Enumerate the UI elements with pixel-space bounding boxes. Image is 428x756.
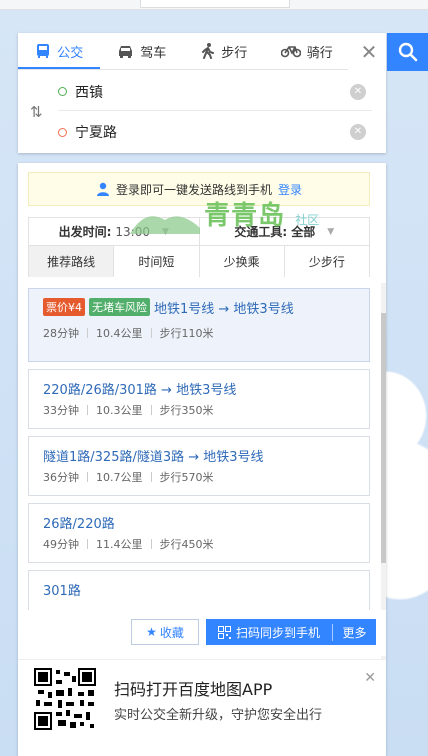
pref-fewest-transfers[interactable]: 少换乘	[198, 246, 284, 277]
close-icon[interactable]: ✕	[358, 40, 380, 64]
plan-title[interactable]: 220路/26路/301路 → 地铁3号线	[43, 379, 236, 398]
price-badge: 票价¥4	[43, 298, 85, 316]
qr-code	[34, 668, 96, 730]
tab-bus-label: 公交	[57, 45, 84, 61]
route-plan[interactable]: 隧道1路/325路/隧道3路 → 地铁3号线 36分钟 10.7公里 步行570…	[28, 436, 370, 496]
plan-walk: 步行570米	[159, 471, 214, 484]
plan-duration: 36分钟	[43, 471, 79, 484]
filter-box: 出发时间: 13:00 ▼ 交通工具: 全部 ▼ 推荐路线 时间短 少换乘 少步…	[28, 217, 370, 277]
favorite-button[interactable]: ★ 收藏	[131, 619, 199, 645]
login-link[interactable]: 登录	[278, 181, 302, 198]
chevron-down-icon: ▼	[161, 226, 169, 237]
chevron-down-icon: ▼	[327, 226, 335, 237]
close-icon[interactable]: ✕	[364, 670, 376, 686]
favorite-label: 收藏	[159, 625, 184, 640]
clear-end-icon[interactable]: ✕	[350, 124, 366, 140]
promo-title: 扫码打开百度地图APP	[114, 680, 273, 699]
plan-duration: 28分钟	[43, 327, 79, 340]
end-input[interactable]: 宁夏路	[75, 122, 350, 142]
depart-time-select[interactable]: 出发时间: 13:00 ▼	[29, 218, 199, 245]
star-icon: ★	[146, 625, 157, 639]
plan-walk: 步行350米	[159, 404, 214, 417]
results-panel: 登录即可一键发送路线到手机 登录 出发时间: 13:00 ▼ 交通工具: 全部 …	[18, 163, 386, 756]
tab-drive-label: 驾车	[140, 45, 167, 61]
depart-time-label: 出发时间:	[58, 225, 112, 239]
pref-shortest-time[interactable]: 时间短	[113, 246, 199, 277]
login-tip-text: 登录即可一键发送路线到手机	[115, 182, 272, 197]
sync-to-phone-button[interactable]: 扫码同步到手机 更多	[206, 619, 376, 645]
tab-drive[interactable]: 驾车	[101, 33, 184, 69]
tab-divider	[18, 69, 348, 70]
sync-label: 扫码同步到手机	[235, 625, 320, 640]
bus-icon	[37, 44, 50, 58]
pref-recommended[interactable]: 推荐路线	[29, 246, 114, 277]
search-button[interactable]	[387, 33, 428, 71]
transport-value: 全部	[291, 225, 316, 239]
plan-distance: 10.7公里	[96, 471, 143, 484]
walk-icon	[202, 43, 215, 59]
pref-least-walking[interactable]: 少步行	[283, 246, 369, 277]
bike-icon	[280, 46, 301, 58]
route-panel: 公交 驾车 步行 骑行 ✕ ⇅ 西镇 ✕ 宁夏路 ✕	[18, 33, 386, 153]
mode-tabs: 公交 驾车 步行 骑行	[18, 33, 348, 69]
route-plan[interactable]: 220路/26路/301路 → 地铁3号线 33分钟 10.3公里 步行350米	[28, 369, 370, 429]
depart-time-value: 13:00	[115, 224, 150, 239]
search-icon	[398, 42, 417, 62]
clear-start-icon[interactable]: ✕	[350, 83, 366, 100]
swap-icon[interactable]: ⇅	[30, 103, 43, 121]
active-tab-indicator	[18, 67, 100, 69]
bottom-actions: ★ 收藏 扫码同步到手机 更多	[18, 610, 386, 656]
end-field[interactable]: 宁夏路 ✕	[58, 113, 372, 151]
route-plan[interactable]: 26路/220路 49分钟 11.4公里 步行450米	[28, 503, 370, 563]
plan-walk: 步行110米	[159, 327, 214, 340]
start-input[interactable]: 西镇	[75, 82, 350, 102]
plan-title[interactable]: 26路/220路	[43, 513, 115, 532]
plan-distance: 11.4公里	[96, 538, 143, 551]
plan-title[interactable]: 隧道1路/325路/隧道3路 → 地铁3号线	[43, 446, 264, 465]
tab-walk-label: 步行	[221, 45, 248, 61]
car-icon	[119, 45, 133, 58]
app-promo: 扫码打开百度地图APP 实时公交全新升级，守护您安全出行 ✕	[18, 659, 386, 735]
promo-subtitle: 实时公交全新升级，守护您安全出行	[114, 708, 323, 723]
plan-walk: 步行450米	[159, 538, 214, 551]
tab-bike[interactable]: 骑行	[266, 33, 349, 69]
login-tip: 登录即可一键发送路线到手机 登录	[28, 172, 370, 206]
plan-title[interactable]: 地铁1号线 → 地铁3号线	[154, 298, 294, 317]
no-jam-badge: 无堵车风险	[89, 298, 150, 316]
tab-bike-label: 骑行	[306, 45, 333, 61]
plan-duration: 49分钟	[43, 538, 79, 551]
more-button[interactable]: 更多	[332, 623, 376, 641]
route-plan[interactable]: 301路	[28, 570, 370, 610]
start-dot-icon	[58, 87, 67, 96]
plan-distance: 10.3公里	[96, 404, 143, 417]
tab-walk[interactable]: 步行	[183, 33, 266, 69]
transport-select[interactable]: 交通工具: 全部 ▼	[198, 218, 370, 245]
start-field[interactable]: 西镇 ✕	[58, 73, 372, 111]
address-bar-edge	[140, 0, 290, 8]
user-icon	[96, 182, 109, 196]
scrollbar-thumb[interactable]	[381, 313, 386, 563]
tab-bus[interactable]: 公交	[18, 33, 101, 69]
qr-code-icon	[217, 625, 231, 639]
transport-label: 交通工具:	[234, 225, 288, 239]
plan-duration: 33分钟	[43, 404, 79, 417]
end-dot-icon	[58, 127, 67, 137]
browser-top-strip	[0, 0, 428, 10]
plan-title[interactable]: 301路	[43, 580, 81, 599]
route-plan[interactable]: 票价¥4 无堵车风险 地铁1号线 → 地铁3号线 28分钟 10.4公里 步行1…	[28, 288, 370, 362]
plan-distance: 10.4公里	[96, 327, 143, 340]
